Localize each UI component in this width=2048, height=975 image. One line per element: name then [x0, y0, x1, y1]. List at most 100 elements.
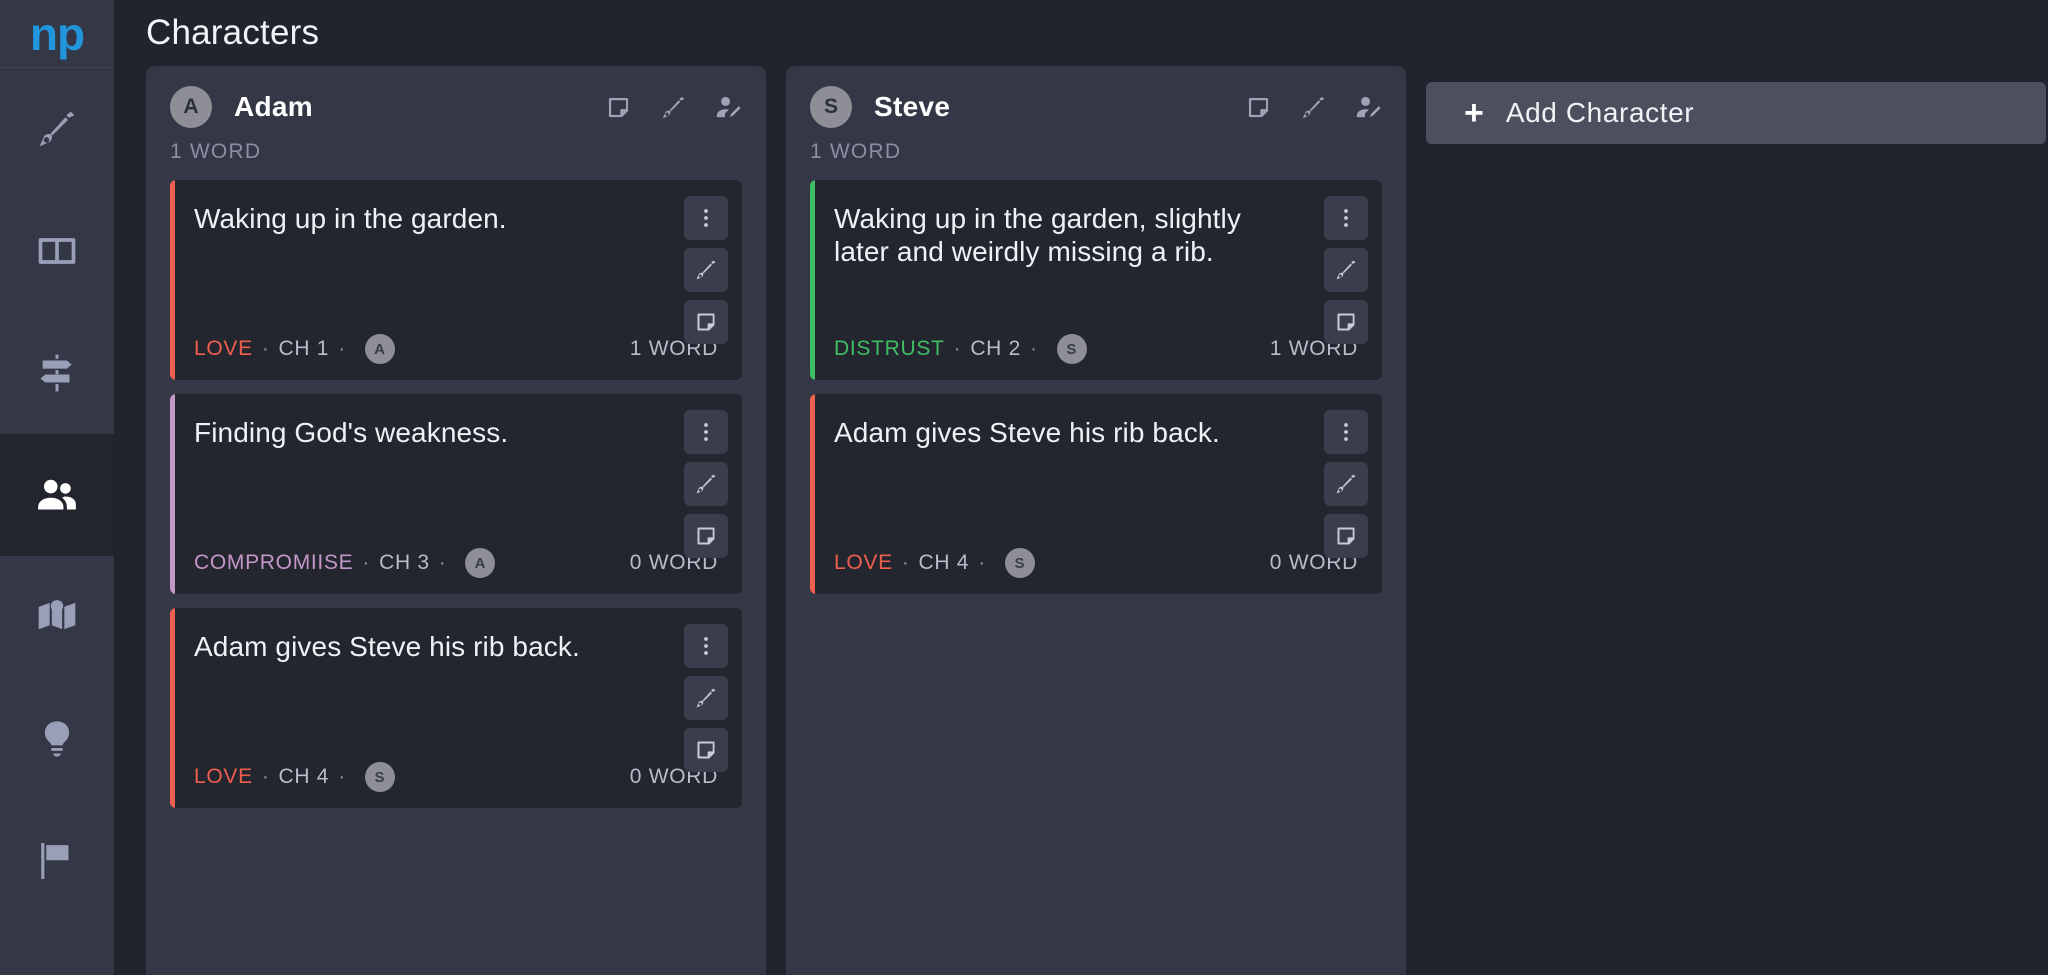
card-accent-bar: [810, 394, 815, 594]
card-meta: DISTRUST · CH 2 · S: [834, 334, 1087, 364]
pen-nib-icon: [1336, 474, 1356, 494]
note-icon[interactable]: [1245, 94, 1272, 121]
map-icon: [38, 600, 76, 630]
app-logo[interactable]: np: [0, 0, 114, 68]
sidebar-item-write[interactable]: [0, 68, 114, 190]
meta-separator: ·: [953, 337, 962, 360]
kebab-menu-button[interactable]: [1324, 410, 1368, 454]
character-card[interactable]: Waking up in the garden. LOVE · CH 1 · A…: [170, 180, 742, 380]
card-meta: LOVE · CH 4 · S: [194, 762, 395, 792]
sidebar-item-plot[interactable]: [0, 312, 114, 434]
kebab-menu-icon: [704, 209, 708, 227]
pen-nib-icon: [696, 688, 716, 708]
sidebar-item-world[interactable]: [0, 556, 114, 678]
pen-nib-icon: [39, 111, 75, 147]
card-accent-bar: [170, 180, 175, 380]
meta-separator: ·: [338, 337, 346, 360]
sidebar-item-characters[interactable]: [0, 434, 114, 556]
edit-person-icon[interactable]: [1355, 94, 1382, 121]
card-tag: LOVE: [194, 337, 253, 360]
card-title: Waking up in the garden.: [194, 203, 507, 234]
plus-icon: +: [1464, 94, 1484, 132]
card-chapter: CH 4: [918, 551, 970, 574]
card-write-button[interactable]: [1324, 248, 1368, 292]
card-write-button[interactable]: [684, 676, 728, 720]
app-root: np Characters A Adam 1 WORD Waking up in…: [0, 0, 2048, 975]
column-word-count: 1 WORD: [170, 140, 262, 163]
card-write-button[interactable]: [1324, 462, 1368, 506]
card-accent-bar: [170, 608, 175, 808]
card-list: Waking up in the garden, slightly later …: [786, 164, 1406, 594]
card-character-chip: S: [1004, 548, 1035, 578]
kebab-menu-icon: [1344, 423, 1348, 441]
character-name: Adam: [234, 91, 313, 122]
card-tag: COMPROMIISE: [194, 551, 354, 574]
card-note-button[interactable]: [1324, 300, 1368, 344]
kebab-menu-icon: [704, 637, 708, 655]
character-card[interactable]: Adam gives Steve his rib back. LOVE · CH…: [810, 394, 1382, 594]
main-area: Characters A Adam 1 WORD Waking up in th…: [114, 0, 2048, 975]
edit-person-icon[interactable]: [715, 94, 742, 121]
card-footer: LOVE · CH 1 · A 1 WORD: [194, 310, 718, 364]
kebab-menu-button[interactable]: [684, 624, 728, 668]
meta-separator: ·: [438, 551, 447, 574]
add-character-label: Add Character: [1505, 97, 1695, 128]
meta-separator: ·: [362, 551, 371, 574]
character-card[interactable]: Adam gives Steve his rib back. LOVE · CH…: [170, 608, 742, 808]
note-icon: [697, 313, 715, 331]
kebab-menu-button[interactable]: [1324, 196, 1368, 240]
card-tools: [684, 196, 728, 344]
column-header: A Adam 1 WORD: [146, 66, 766, 164]
add-character-button[interactable]: + Add Character: [1426, 82, 2046, 144]
sidebar-nav: [0, 68, 114, 922]
card-list: Waking up in the garden. LOVE · CH 1 · A…: [146, 164, 766, 808]
meta-separator: ·: [261, 765, 270, 788]
card-title: Finding God's weakness.: [194, 417, 509, 448]
card-footer: COMPROMIISE · CH 3 · A 0 WORD: [194, 524, 718, 578]
card-write-button[interactable]: [684, 462, 728, 506]
card-tools: [684, 410, 728, 558]
card-note-button[interactable]: [684, 300, 728, 344]
sidebar-item-outline[interactable]: [0, 190, 114, 312]
pen-nib-icon: [696, 260, 716, 280]
note-icon: [1337, 313, 1355, 331]
character-column-adam[interactable]: A Adam 1 WORD Waking up in the garden. L…: [146, 66, 766, 975]
kebab-menu-icon: [704, 423, 708, 441]
card-footer: LOVE · CH 4 · S 0 WORD: [834, 524, 1358, 578]
kebab-menu-button[interactable]: [684, 410, 728, 454]
card-footer: DISTRUST · CH 2 · S 1 WORD: [834, 310, 1358, 364]
card-tag: LOVE: [834, 551, 893, 574]
page-header: Characters: [114, 0, 2048, 66]
card-tag: DISTRUST: [834, 337, 945, 360]
character-name: Steve: [874, 91, 951, 122]
card-chapter: CH 1: [278, 337, 330, 360]
card-chapter: CH 3: [379, 551, 430, 574]
card-character-chip: S: [1056, 334, 1087, 364]
card-character-chip: S: [364, 762, 395, 792]
card-title: Adam gives Steve his rib back.: [834, 417, 1220, 448]
kebab-menu-icon: [1344, 209, 1348, 227]
column-word-count: 1 WORD: [810, 140, 902, 163]
card-title: Waking up in the garden, slightly later …: [834, 203, 1241, 268]
card-note-button[interactable]: [684, 728, 728, 772]
people-icon: [38, 479, 76, 510]
pen-nib-icon[interactable]: [660, 94, 687, 121]
character-card[interactable]: Finding God's weakness. COMPROMIISE · CH…: [170, 394, 742, 594]
note-icon: [697, 741, 715, 759]
sidebar: np: [0, 0, 114, 975]
note-icon: [697, 527, 715, 545]
note-icon: [1337, 527, 1355, 545]
character-column-steve[interactable]: S Steve 1 WORD Waking up in the garden, …: [786, 66, 1406, 975]
kebab-menu-button[interactable]: [684, 196, 728, 240]
column-actions: [605, 94, 742, 121]
pen-nib-icon[interactable]: [1300, 94, 1327, 121]
note-icon[interactable]: [605, 94, 632, 121]
sidebar-item-goals[interactable]: [0, 800, 114, 922]
character-card[interactable]: Waking up in the garden, slightly later …: [810, 180, 1382, 380]
card-note-button[interactable]: [684, 514, 728, 558]
card-write-button[interactable]: [684, 248, 728, 292]
meta-separator: ·: [261, 337, 270, 360]
column-actions: [1245, 94, 1382, 121]
card-note-button[interactable]: [1324, 514, 1368, 558]
sidebar-item-ideas[interactable]: [0, 678, 114, 800]
